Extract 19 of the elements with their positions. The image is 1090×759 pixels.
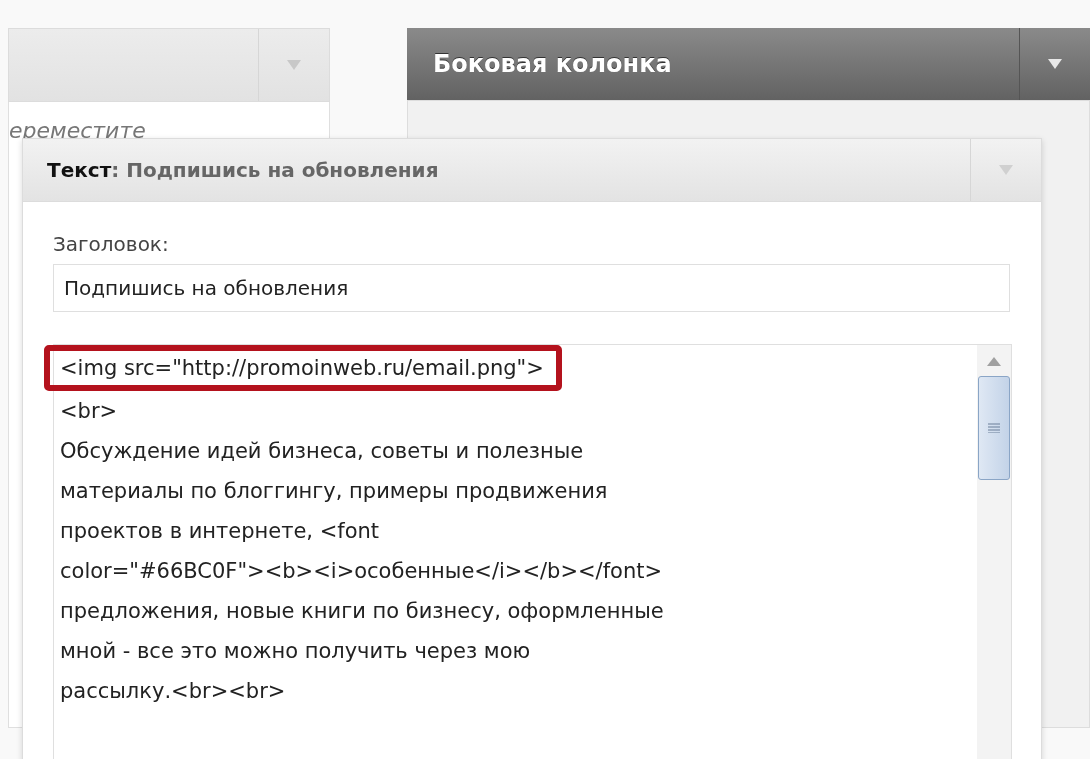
code-line: рассылку.<br><br>	[60, 678, 286, 705]
scroll-up-icon[interactable]	[987, 357, 1001, 366]
grip-icon	[988, 423, 1000, 433]
dropdown-arrow-icon[interactable]	[1048, 59, 1062, 69]
scrollbar[interactable]	[977, 345, 1011, 759]
code-line: Обсуждение идей бизнеса, советы и полезные	[60, 438, 584, 465]
code-line: мной - все это можно получить через мою	[60, 638, 531, 665]
sidebar-header[interactable]: Боковая колонка	[407, 28, 1090, 100]
code-line: color="#66BC0F"><b><i>особенные</i></b></font>	[60, 558, 663, 585]
code-line: проектов в интернете, <font	[60, 518, 380, 545]
field-label: Заголовок:	[53, 232, 170, 256]
title-input[interactable]: Подпишись на обновления	[53, 264, 1010, 312]
code-line: предложения, новые книги по бизнесу, оформленные	[60, 598, 664, 625]
widget-header[interactable]: Текст: Подпишись на обновления	[23, 139, 1041, 202]
scroll-thumb[interactable]	[978, 376, 1010, 480]
widget-title: Текст: Подпишись на обновления	[46, 158, 439, 182]
code-line: материалы по блоггингу, примеры продвижения	[60, 478, 608, 505]
sidebar-title: Боковая колонка	[432, 50, 672, 78]
code-line: <br>	[60, 398, 118, 425]
